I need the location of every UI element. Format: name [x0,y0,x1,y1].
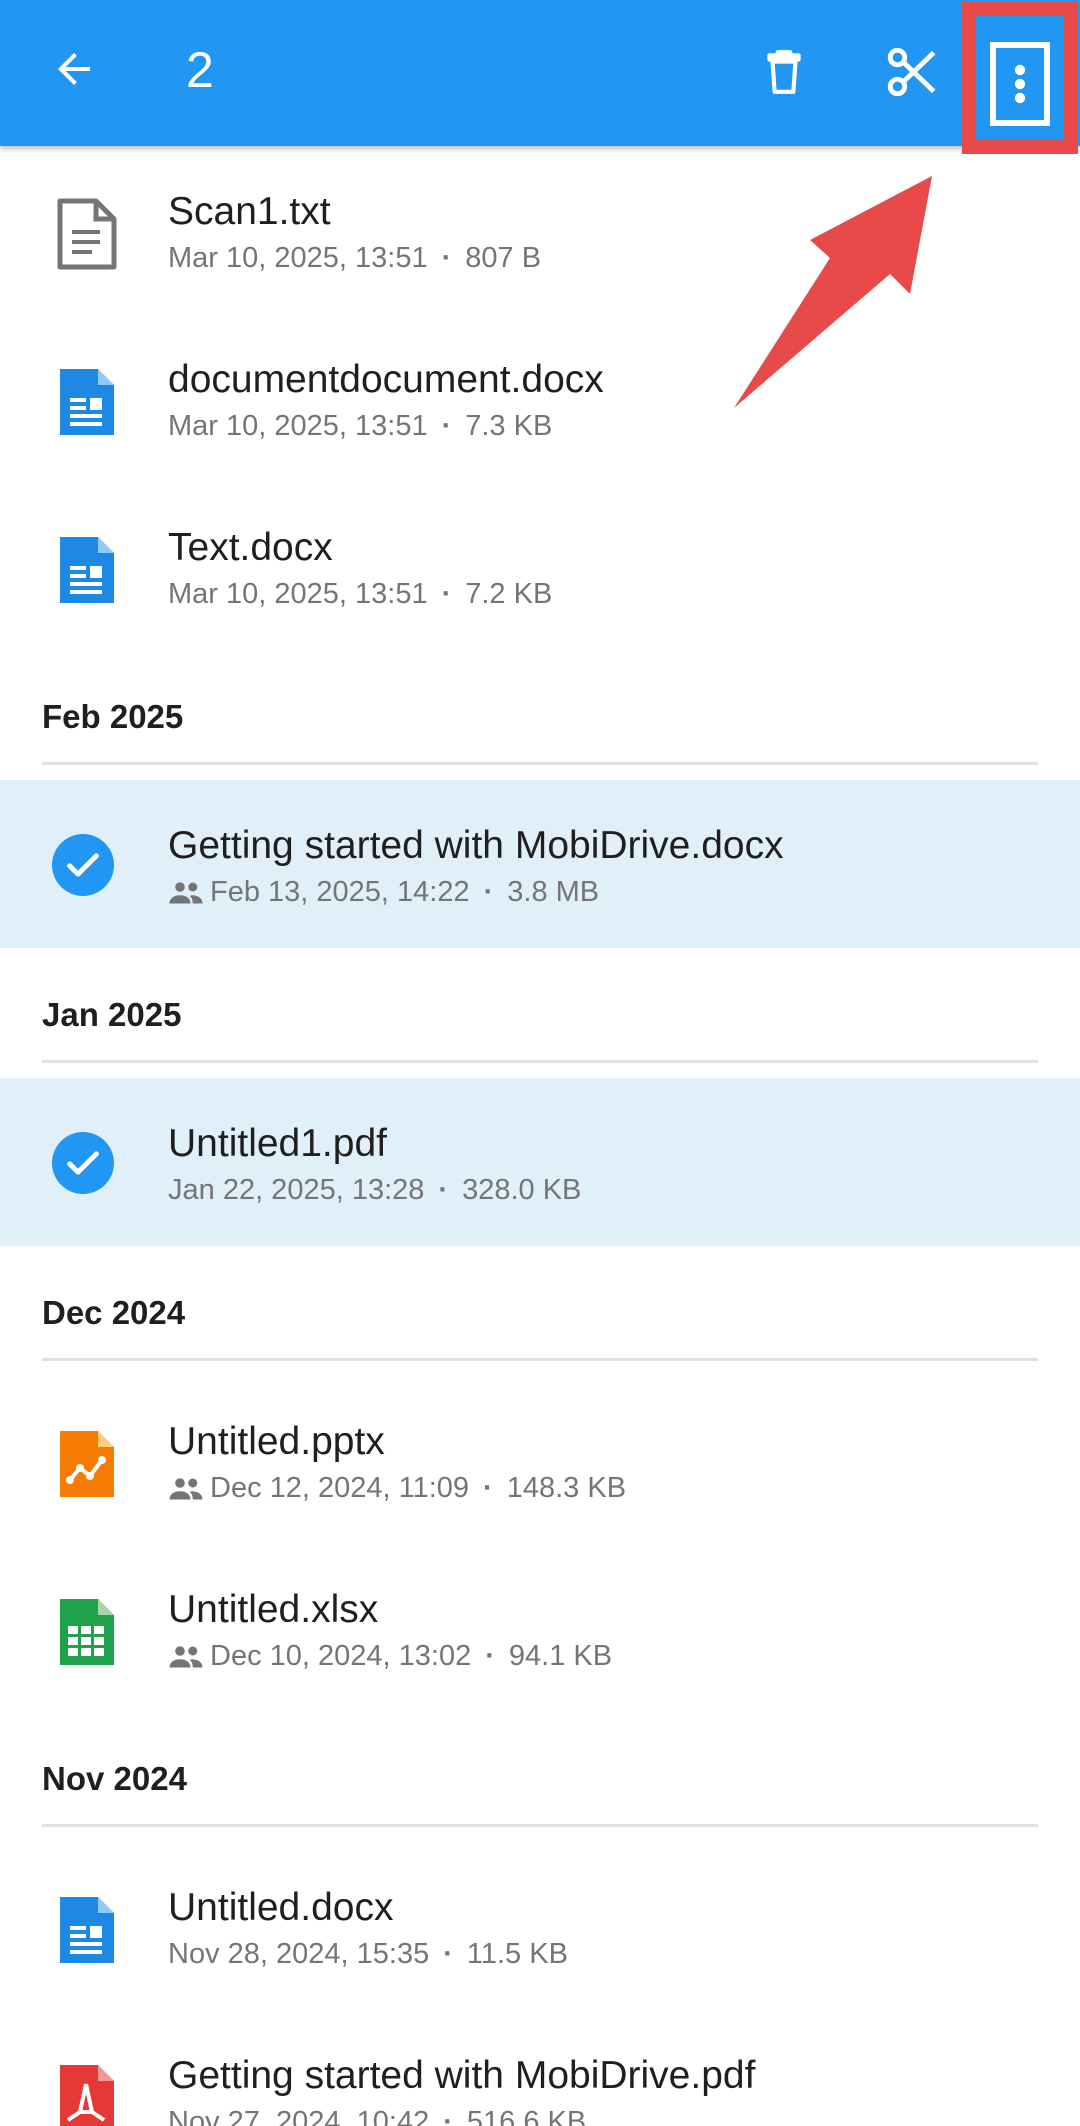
word-document-icon [54,1894,118,1966]
file-date: Nov 28, 2024, 15:35 [168,1938,430,1970]
section-divider [42,1060,1038,1063]
section-divider [42,1824,1038,1827]
file-name: Getting started with MobiDrive.pdf [168,2054,756,2097]
file-row[interactable]: Untitled.xlsx Dec 10, 2024, 13:02 · 94.1 KB [0,1544,1080,1712]
shared-people-icon [168,880,204,906]
file-meta: Feb 13, 2025, 14:22 · 3.8 MB [168,876,599,909]
file-name: documentdocument.docx [168,358,604,401]
arrow-back-icon [58,53,90,85]
file-meta: Mar 10, 2025, 13:51 · 807 B [168,242,541,275]
pdf-file-icon [54,2062,118,2126]
separator-dot: · [443,2106,453,2126]
file-date: Mar 10, 2025, 13:51 [168,242,428,274]
file-size: 7.2 KB [465,578,553,610]
back-button[interactable] [44,39,104,99]
section-header: Dec 2024 [0,1246,1080,1376]
file-date: Feb 13, 2025, 14:22 [210,876,470,908]
presentation-file-icon [54,1428,118,1500]
section-title: Dec 2024 [42,1294,186,1331]
file-meta: Dec 12, 2024, 11:09 · 148.3 KB [168,1472,626,1505]
file-name: Text.docx [168,526,333,569]
file-row[interactable]: Getting started with MobiDrive.docx Feb 1… [0,780,1080,948]
cut-button[interactable] [876,36,948,108]
delete-button[interactable] [748,36,820,108]
file-row[interactable]: Text.docx Mar 10, 2025, 13:51 · 7.2 KB [0,482,1080,650]
file-name: Untitled.pptx [168,1420,385,1463]
file-meta: Mar 10, 2025, 13:51 · 7.2 KB [168,578,552,611]
spreadsheet-file-icon [54,1596,118,1668]
shared-people-icon [168,1476,204,1502]
selected-count: 2 [186,42,214,98]
word-document-icon [54,366,118,438]
selected-check-icon [52,1132,114,1194]
separator-dot: · [441,410,452,442]
section-title: Feb 2025 [42,698,184,735]
file-size: 94.1 KB [508,1640,613,1672]
more-vertical-icon [1014,64,1026,104]
file-meta: Nov 28, 2024, 15:35 · 11.5 KB [168,1938,568,1971]
file-size: 148.3 KB [506,1472,627,1504]
file-date: Dec 12, 2024, 11:09 [210,1472,470,1504]
trash-icon [767,50,801,94]
file-name: Untitled1.pdf [168,1122,387,1165]
separator-dot: · [485,1640,495,1672]
file-date: Mar 10, 2025, 13:51 [168,578,428,610]
separator-dot: · [443,1938,453,1970]
pointer-arrow-icon [734,176,932,408]
word-document-icon [54,534,118,606]
section-title: Nov 2024 [42,1760,187,1797]
section-header: Nov 2024 [0,1712,1080,1842]
file-meta: Jan 22, 2025, 13:28 · 328.0 KB [168,1174,581,1207]
file-size: 7.3 KB [465,410,553,442]
file-row[interactable]: Untitled.docx Nov 28, 2024, 15:35 · 11.5 KB [0,1842,1080,2010]
file-name: Getting started with MobiDrive.docx [168,824,784,867]
more-options-button[interactable] [990,42,1050,126]
scissors-icon [887,47,936,97]
selected-check-icon [52,834,114,896]
shared-people-icon [168,1644,204,1670]
file-list: Scan1.txt Mar 10, 2025, 13:51 · 807 B docume… [0,146,1080,2126]
separator-dot: · [441,578,452,610]
selection-toolbar: 2 [0,0,1080,146]
file-row[interactable]: Untitled1.pdf Jan 22, 2025, 13:28 · 328.0 K… [0,1078,1080,1246]
separator-dot: · [483,1472,493,1504]
file-name: Untitled.xlsx [168,1588,379,1631]
file-size: 328.0 KB [462,1174,582,1206]
section-divider [42,762,1038,765]
separator-dot: · [441,242,452,274]
file-meta: Mar 10, 2025, 13:51 · 7.3 KB [168,410,552,443]
section-title: Jan 2025 [42,996,182,1033]
file-row[interactable]: Untitled.pptx Dec 12, 2024, 11:09 · 148.3 K… [0,1376,1080,1544]
separator-dot: · [483,876,494,908]
section-header: Feb 2025 [0,650,1080,780]
file-date: Nov 27, 2024, 10:42 [168,2106,430,2126]
file-date: Jan 22, 2025, 13:28 [168,1174,425,1206]
file-size: 11.5 KB [466,1938,568,1970]
file-meta: Nov 27, 2024, 10:42 · 516.6 KB [168,2106,586,2126]
separator-dot: · [438,1174,449,1206]
section-divider [42,1358,1038,1361]
file-meta: Dec 10, 2024, 13:02 · 94.1 KB [168,1640,612,1673]
file-size: 807 B [465,242,542,274]
file-name: Untitled.docx [168,1886,394,1929]
section-header: Jan 2025 [0,948,1080,1078]
text-file-icon [54,198,118,270]
file-name: Scan1.txt [168,190,331,233]
file-row[interactable]: Getting started with MobiDrive.pdf Nov 27… [0,2010,1080,2126]
file-size: 516.6 KB [466,2106,587,2126]
file-date: Dec 10, 2024, 13:02 [210,1640,472,1672]
file-date: Mar 10, 2025, 13:51 [168,410,428,442]
file-size: 3.8 MB [507,876,600,908]
